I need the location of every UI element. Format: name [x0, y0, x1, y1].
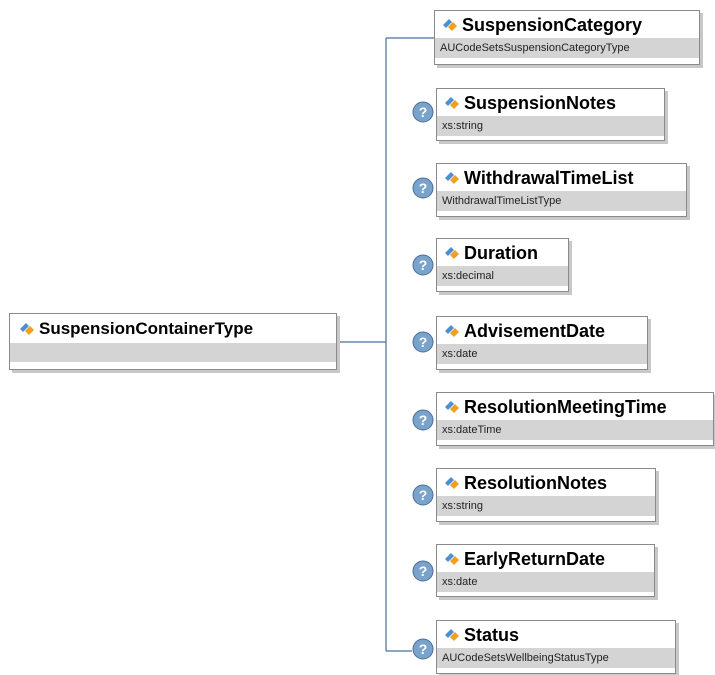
svg-text:?: ?	[419, 487, 428, 503]
element-icon	[445, 476, 459, 489]
child-type: xs:date	[437, 572, 654, 592]
child-name: ResolutionNotes	[464, 472, 608, 493]
svg-text:?: ?	[419, 641, 428, 657]
optional-icon: ?	[412, 101, 434, 123]
child-node-earlyreturndate[interactable]: EarlyReturnDate xs:date	[436, 544, 655, 597]
child-header: ResolutionMeetingTime	[437, 393, 713, 420]
element-icon	[445, 400, 459, 413]
optional-icon: ?	[412, 638, 434, 660]
child-node-resolutionnotes[interactable]: ResolutionNotes xs:string	[436, 468, 656, 522]
child-node-suspensioncategory[interactable]: SuspensionCategory AUCodeSetsSuspensionC…	[434, 10, 700, 65]
svg-text:?: ?	[419, 412, 428, 428]
child-name: SuspensionCategory	[462, 14, 643, 35]
optional-icon: ?	[412, 484, 434, 506]
child-type: xs:dateTime	[437, 420, 713, 440]
child-header: SuspensionNotes	[437, 89, 664, 116]
child-header: ResolutionNotes	[437, 469, 655, 496]
svg-text:?: ?	[419, 334, 428, 350]
child-header: EarlyReturnDate	[437, 545, 654, 572]
child-name: AdvisementDate	[464, 320, 606, 341]
optional-icon: ?	[412, 331, 434, 353]
child-header: AdvisementDate	[437, 317, 647, 344]
child-name: ResolutionMeetingTime	[464, 396, 667, 417]
svg-text:?: ?	[419, 563, 428, 579]
optional-icon: ?	[412, 409, 434, 431]
element-icon	[443, 18, 457, 31]
child-type: xs:string	[437, 496, 655, 516]
child-node-status[interactable]: Status AUCodeSetsWellbeingStatusType	[436, 620, 676, 674]
child-header: Status	[437, 621, 675, 648]
child-type: AUCodeSetsSuspensionCategoryType	[435, 38, 699, 58]
child-header: SuspensionCategory	[435, 11, 699, 38]
element-icon	[445, 171, 459, 184]
child-type: xs:date	[437, 344, 647, 364]
child-type: xs:decimal	[437, 266, 568, 286]
svg-text:?: ?	[419, 257, 428, 273]
child-node-duration[interactable]: Duration xs:decimal	[436, 238, 569, 292]
element-icon	[445, 96, 459, 109]
element-icon	[445, 552, 459, 565]
child-name: Duration	[464, 242, 538, 263]
element-icon	[445, 324, 459, 337]
root-type-band	[10, 343, 336, 362]
child-node-suspensionnotes[interactable]: SuspensionNotes xs:string	[436, 88, 665, 141]
optional-icon: ?	[412, 254, 434, 276]
schema-diagram: SuspensionContainerType SuspensionCatego…	[0, 0, 715, 675]
element-icon	[445, 628, 459, 641]
child-type: AUCodeSetsWellbeingStatusType	[437, 648, 675, 668]
element-icon	[20, 322, 34, 335]
child-node-advisementdate[interactable]: AdvisementDate xs:date	[436, 316, 648, 370]
element-icon	[445, 246, 459, 259]
child-name: EarlyReturnDate	[464, 548, 606, 569]
child-node-withdrawaltimelist[interactable]: WithdrawalTimeList WithdrawalTimeListTyp…	[436, 163, 687, 217]
child-header: WithdrawalTimeList	[437, 164, 686, 191]
child-type: WithdrawalTimeListType	[437, 191, 686, 211]
child-type: xs:string	[437, 116, 664, 136]
child-name: WithdrawalTimeList	[464, 167, 634, 188]
root-type-name: SuspensionContainerType	[39, 319, 254, 338]
child-node-resolutionmeetingtime[interactable]: ResolutionMeetingTime xs:dateTime	[436, 392, 714, 446]
root-type-header: SuspensionContainerType	[10, 314, 336, 343]
svg-text:?: ?	[419, 104, 428, 120]
svg-text:?: ?	[419, 180, 428, 196]
child-header: Duration	[437, 239, 568, 266]
child-name: Status	[464, 624, 520, 645]
root-type-node[interactable]: SuspensionContainerType	[9, 313, 337, 370]
optional-icon: ?	[412, 177, 434, 199]
optional-icon: ?	[412, 560, 434, 582]
child-name: SuspensionNotes	[464, 92, 617, 113]
